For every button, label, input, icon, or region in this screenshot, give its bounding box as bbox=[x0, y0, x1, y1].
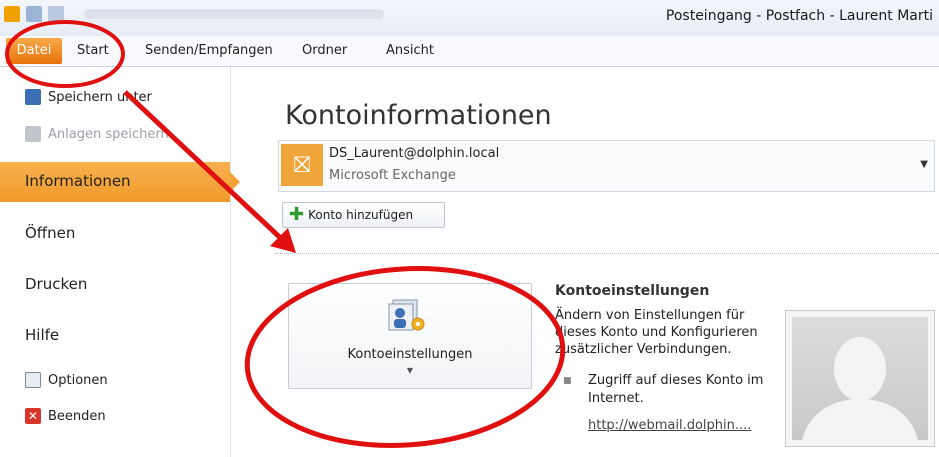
avatar-placeholder bbox=[792, 317, 928, 440]
attachment-icon bbox=[25, 126, 41, 142]
divider bbox=[275, 253, 939, 254]
options-icon bbox=[25, 372, 41, 388]
webmail-link[interactable]: http://webmail.dolphin.... bbox=[588, 418, 751, 433]
save-attachments-item[interactable]: Anlagen speichern bbox=[25, 126, 169, 142]
exchange-icon: ⛝ bbox=[281, 144, 323, 186]
options-label: Optionen bbox=[48, 372, 108, 388]
undo-icon[interactable] bbox=[48, 6, 64, 22]
exit-label: Beenden bbox=[48, 408, 106, 424]
save-as-icon bbox=[25, 89, 41, 105]
save-as-item[interactable]: Speichern unter bbox=[25, 89, 152, 105]
save-attachments-label: Anlagen speichern bbox=[48, 126, 169, 142]
tab-ansicht[interactable]: Ansicht bbox=[386, 43, 434, 58]
quick-access-toolbar bbox=[4, 6, 384, 22]
tab-senden-empfangen[interactable]: Senden/Empfangen bbox=[145, 43, 273, 58]
tab-start[interactable]: Start bbox=[77, 43, 109, 58]
chevron-down-icon: ▼ bbox=[406, 366, 414, 375]
account-selector[interactable]: ⛝ DS_Laurent@dolphin.local Microsoft Exc… bbox=[278, 140, 935, 192]
save-as-label: Speichern unter bbox=[48, 89, 152, 105]
settings-heading: Kontoeinstellungen bbox=[555, 283, 710, 299]
ribbon-tabs: Datei Start Senden/Empfangen Ordner Ansi… bbox=[0, 36, 939, 67]
page-title: Kontoinformationen bbox=[285, 100, 552, 131]
exit-item[interactable]: ✕ Beenden bbox=[25, 408, 106, 424]
options-item[interactable]: Optionen bbox=[25, 372, 108, 388]
webaccess-text: Zugriff auf dieses Konto im Internet. bbox=[588, 373, 764, 406]
settings-description: Ändern von Einstellungen für dieses Kont… bbox=[555, 308, 758, 357]
tab-ordner[interactable]: Ordner bbox=[302, 43, 347, 58]
account-type: Microsoft Exchange bbox=[329, 168, 456, 183]
account-settings-label: Kontoeinstellungen bbox=[347, 347, 473, 362]
close-icon: ✕ bbox=[25, 408, 41, 424]
tab-datei[interactable]: Datei bbox=[6, 38, 62, 64]
sidebar-item-hilfe[interactable]: Hilfe bbox=[25, 326, 255, 344]
account-email: DS_Laurent@dolphin.local bbox=[329, 146, 500, 161]
sidebar-item-drucken[interactable]: Drucken bbox=[25, 275, 255, 293]
window-title: Posteingang - Postfach - Laurent Marti bbox=[665, 8, 933, 24]
outlook-icon[interactable] bbox=[4, 6, 20, 22]
dropdown-arrow-icon[interactable]: ▼ bbox=[920, 159, 928, 170]
sidebar-item-oeffnen[interactable]: Öffnen bbox=[25, 224, 255, 242]
plus-icon: ✚ bbox=[289, 204, 305, 225]
sidebar-item-informationen[interactable]: Informationen bbox=[0, 162, 240, 202]
avatar-silhouette-icon bbox=[802, 337, 918, 440]
title-bar: Posteingang - Postfach - Laurent Marti bbox=[0, 0, 939, 36]
account-settings-icon bbox=[388, 299, 425, 331]
sidebar-item-label: Informationen bbox=[25, 172, 131, 190]
add-account-label: Konto hinzufügen bbox=[308, 208, 414, 222]
account-settings-button[interactable]: Kontoeinstellungen ▼ bbox=[288, 283, 532, 389]
bullet-icon: ■ bbox=[563, 376, 572, 386]
backstage-sidebar: Speichern unter Anlagen speichern Inform… bbox=[0, 67, 240, 457]
add-account-button[interactable]: ✚ Konto hinzufügen bbox=[282, 202, 445, 228]
send-receive-icon[interactable] bbox=[26, 6, 42, 22]
arrow-head-icon bbox=[270, 228, 296, 253]
contact-photo bbox=[785, 310, 935, 447]
blurred-title-text bbox=[84, 9, 384, 19]
